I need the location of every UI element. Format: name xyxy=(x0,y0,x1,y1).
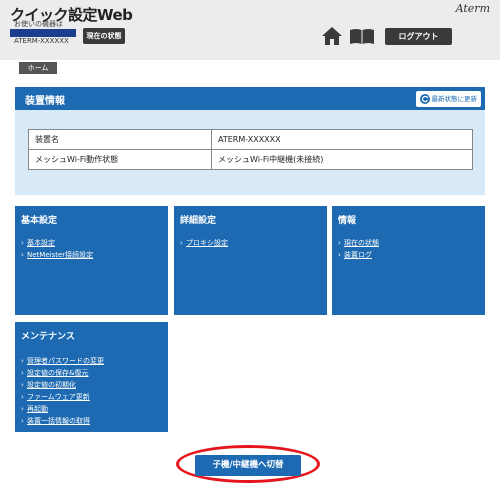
info-list: › 現在の状態 › 装置ログ xyxy=(338,237,379,261)
maintenance-box: メンテナンス › 管理者パスワードの変更 › 設定値の保存&復元 › 設定値の初期化 … xyxy=(15,322,168,432)
aterm-logo: Aterm xyxy=(455,2,490,15)
basic-settings-box: 基本設定 › 基本設定 › NetMeister接続設定 xyxy=(15,206,168,315)
device-info-panel: 装置情報 最新状態に更新 装置名 ATERM-XXXXXX メッシュWi-Fi動… xyxy=(15,87,485,195)
breadcrumb-home[interactable]: ホーム xyxy=(19,62,57,74)
device-info-table: 装置名 ATERM-XXXXXX メッシュWi-Fi動作状態 メッシュWi-Fi… xyxy=(28,129,473,170)
info-title: 情報 xyxy=(338,216,357,226)
menu-link-save-restore[interactable]: › 設定値の保存&復元 xyxy=(21,367,104,379)
menu-link-reboot[interactable]: › 再起動 xyxy=(21,403,104,415)
mesh-status-label: メッシュWi-Fi動作状態 xyxy=(28,149,212,170)
header-bar: クイック設定Web お使いの機器は ATERM-XXXXXX 現在の状態 Ate… xyxy=(0,0,500,60)
device-model: ATERM-XXXXXX xyxy=(14,37,69,45)
manual-book-icon[interactable] xyxy=(349,28,375,44)
current-status-button[interactable]: 現在の状態 xyxy=(83,28,125,44)
advanced-settings-box: 詳細設定 › プロキシ設定 xyxy=(174,206,327,315)
menu-link-admin-password[interactable]: › 管理者パスワードの変更 xyxy=(21,355,104,367)
refresh-button-label: 最新状態に更新 xyxy=(431,95,478,103)
info-box: 情報 › 現在の状態 › 装置ログ xyxy=(332,206,485,315)
device-caption: お使いの機器は xyxy=(14,20,63,28)
device-info-title: 装置情報 xyxy=(25,96,65,107)
table-row: メッシュWi-Fi動作状態 メッシュWi-Fi中継機(未接続) xyxy=(28,149,473,170)
maintenance-list: › 管理者パスワードの変更 › 設定値の保存&復元 › 設定値の初期化 › ファームウェ… xyxy=(21,355,104,427)
device-name-value: ATERM-XXXXXX xyxy=(211,129,473,150)
switch-to-extender-button[interactable]: 子機/中継機へ切替 xyxy=(195,455,301,476)
mesh-status-value: メッシュWi-Fi中継機(未接続) xyxy=(211,149,473,170)
maintenance-title: メンテナンス xyxy=(21,332,75,342)
menu-link-netmeister[interactable]: › NetMeister接続設定 xyxy=(21,249,93,261)
menu-link-proxy-settings[interactable]: › プロキシ設定 xyxy=(180,237,228,249)
advanced-settings-title: 詳細設定 xyxy=(180,216,217,226)
logout-button[interactable]: ログアウト xyxy=(385,28,452,45)
basic-settings-list: › 基本設定 › NetMeister接続設定 xyxy=(21,237,93,261)
menu-link-device-info-export[interactable]: › 装置一括情報の取得 xyxy=(21,415,104,427)
refresh-icon xyxy=(419,94,430,104)
device-name-highlight xyxy=(10,29,76,37)
device-info-header: 装置情報 最新状態に更新 xyxy=(15,87,485,110)
menu-link-basic-settings[interactable]: › 基本設定 xyxy=(21,237,93,249)
refresh-button[interactable]: 最新状態に更新 xyxy=(415,91,481,107)
basic-settings-title: 基本設定 xyxy=(21,216,58,226)
menu-link-firmware-update[interactable]: › ファームウェア更新 xyxy=(21,391,104,403)
menu-link-device-log[interactable]: › 装置ログ xyxy=(338,249,379,261)
table-row: 装置名 ATERM-XXXXXX xyxy=(28,129,473,150)
home-icon[interactable] xyxy=(322,27,342,45)
device-name-label: 装置名 xyxy=(28,129,212,150)
menu-link-factory-reset[interactable]: › 設定値の初期化 xyxy=(21,379,104,391)
advanced-settings-list: › プロキシ設定 xyxy=(180,237,228,249)
menu-link-current-status[interactable]: › 現在の状態 xyxy=(338,237,379,249)
